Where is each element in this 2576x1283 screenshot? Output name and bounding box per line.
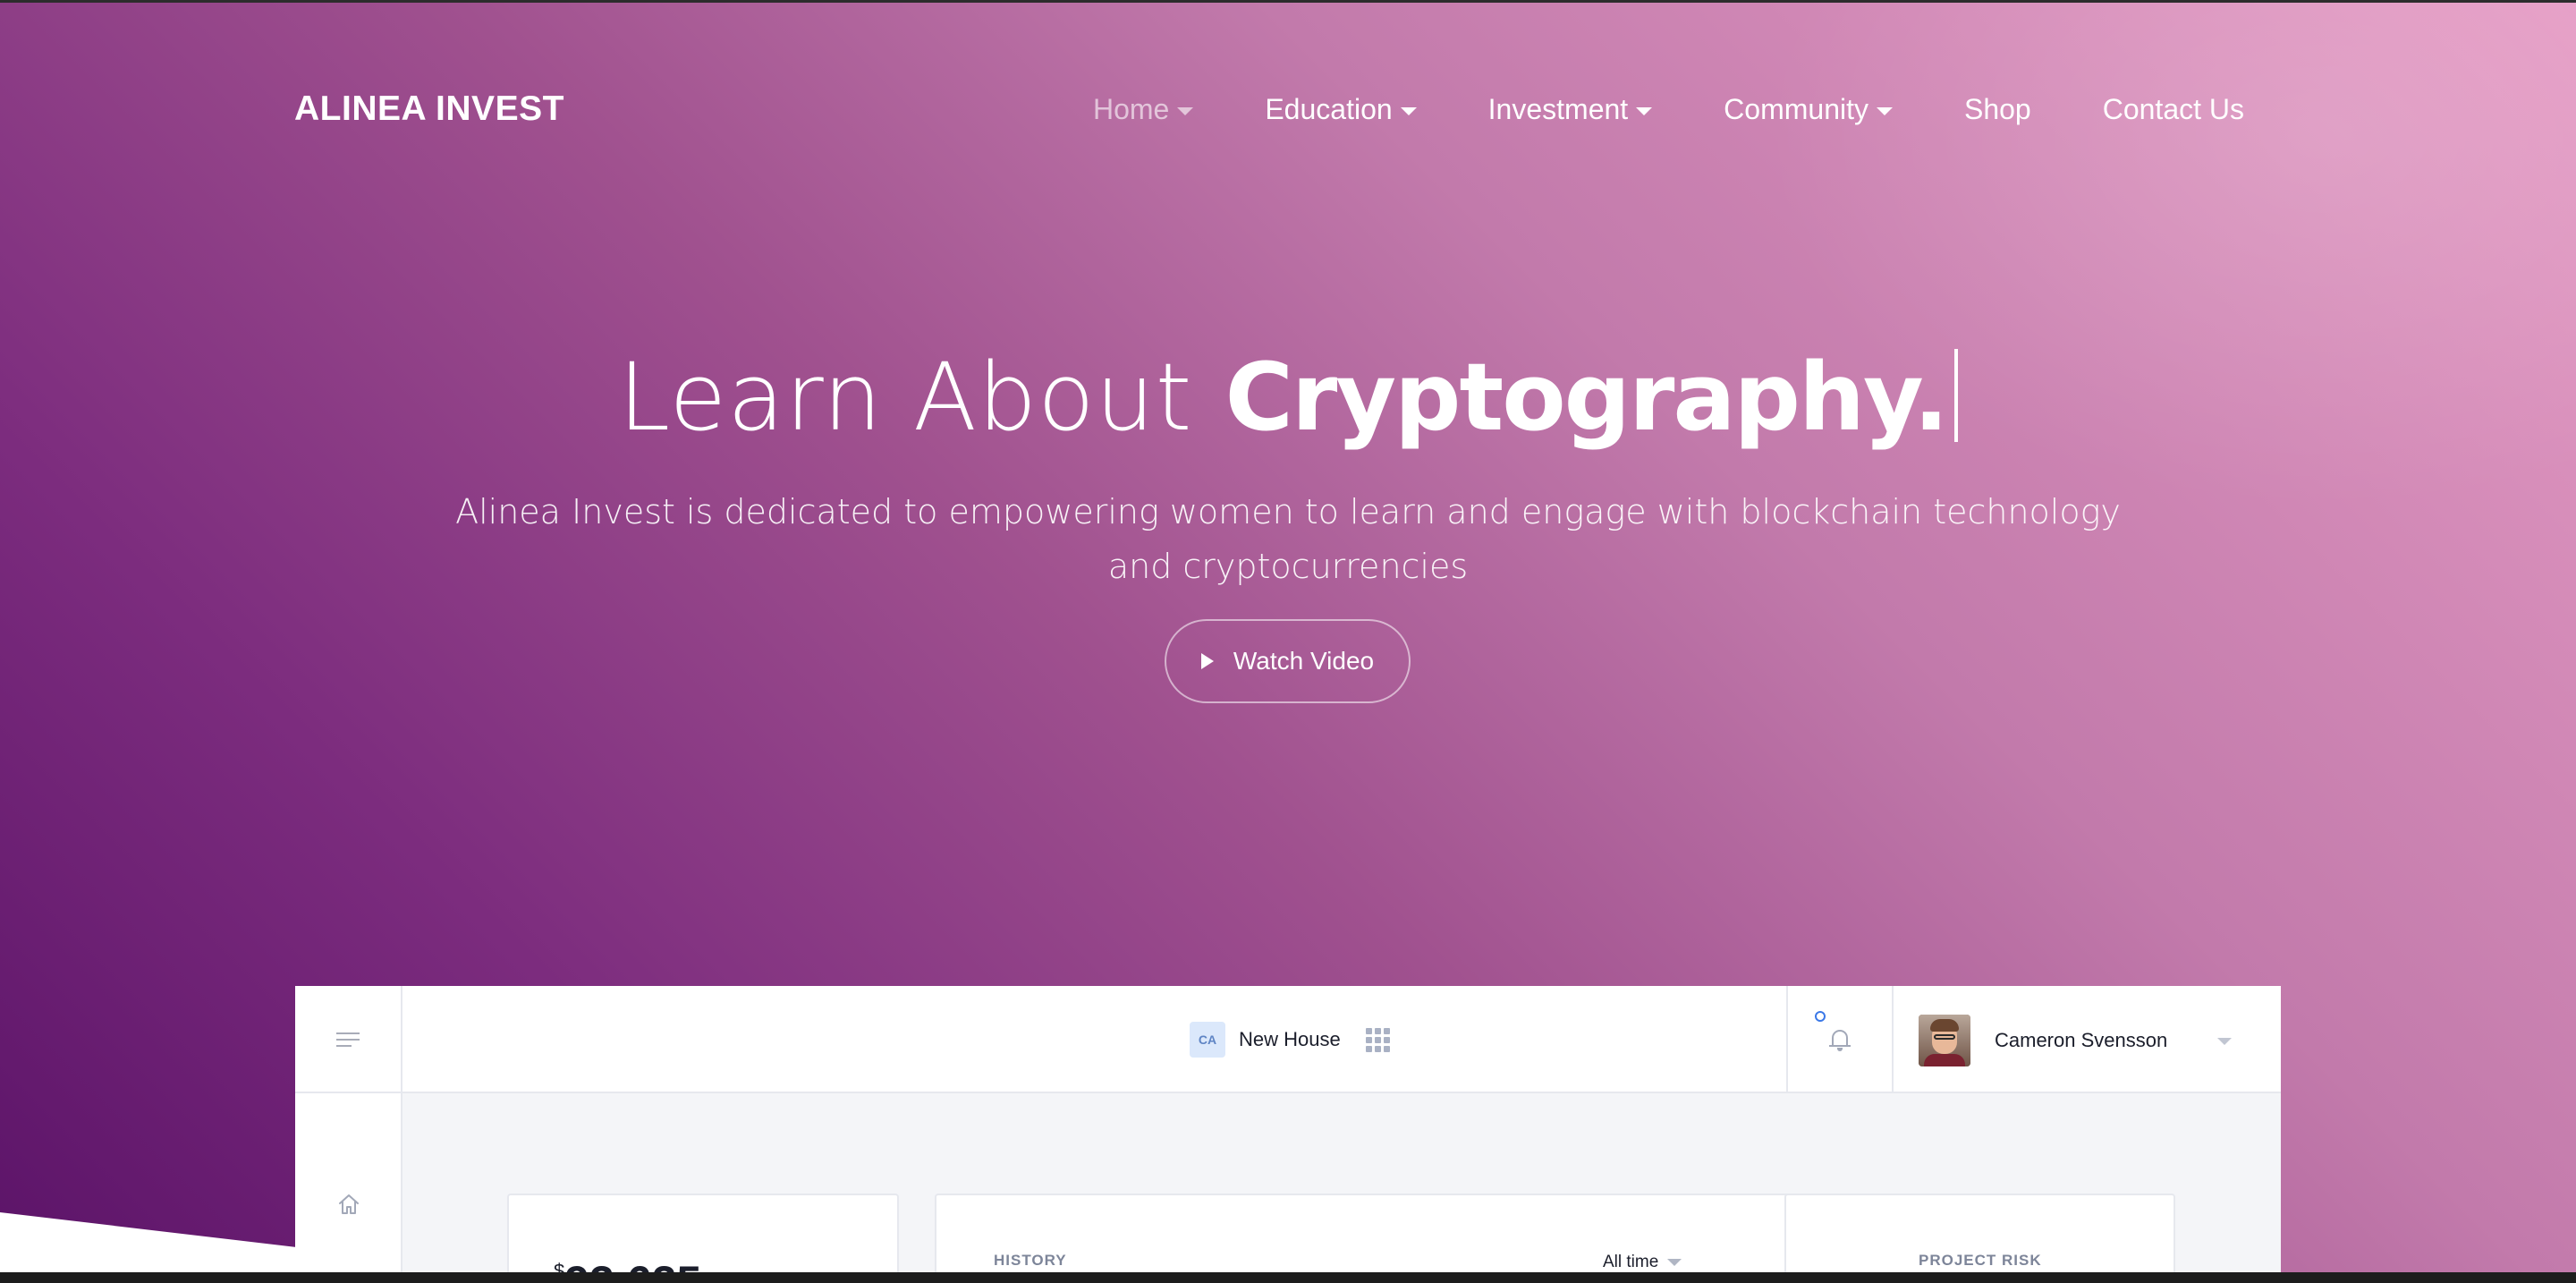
window-top-edge bbox=[0, 0, 2576, 3]
window-bottom-edge bbox=[0, 1272, 2576, 1283]
time-filter-value: All time bbox=[1603, 1253, 1659, 1271]
home-icon[interactable] bbox=[336, 1192, 361, 1217]
hero-subtitle: Alinea Invest is dedicated to empowering… bbox=[455, 492, 2121, 586]
project-risk-label: PROJECT RISK bbox=[1919, 1252, 2042, 1269]
history-label: HISTORY bbox=[994, 1252, 1067, 1269]
project-badge: CA bbox=[1190, 1022, 1225, 1058]
nav-item-investment[interactable]: Investment bbox=[1488, 93, 1653, 126]
brand-logo[interactable]: ALINEA INVEST bbox=[294, 89, 564, 129]
bell-icon bbox=[1829, 1028, 1851, 1051]
watch-video-label: Watch Video bbox=[1233, 647, 1375, 675]
time-filter-select[interactable]: All time bbox=[1603, 1253, 1682, 1272]
nav-item-community[interactable]: Community bbox=[1724, 93, 1893, 126]
caret-down-icon bbox=[1400, 107, 1417, 115]
dashboard-sidebar bbox=[295, 1093, 402, 1283]
nav-item-label: Education bbox=[1265, 93, 1393, 125]
nav-item-label: Contact Us bbox=[2102, 93, 2244, 125]
headline-bold-text: Cryptography. bbox=[1224, 343, 1949, 452]
caret-down-icon bbox=[1636, 107, 1653, 115]
chevron-down-icon[interactable] bbox=[2217, 1038, 2232, 1045]
play-icon bbox=[1200, 653, 1214, 669]
project-name: New House bbox=[1239, 1028, 1341, 1050]
main-nav: Home Education Investment Community Shop… bbox=[1021, 93, 2244, 126]
hamburger-menu-icon bbox=[336, 1028, 360, 1051]
nav-item-label: Community bbox=[1724, 93, 1868, 125]
caret-down-icon bbox=[1667, 1259, 1682, 1266]
nav-item-label: Shop bbox=[1963, 93, 2031, 125]
caret-down-icon bbox=[1177, 107, 1194, 115]
watch-video-button[interactable]: Watch Video bbox=[1165, 619, 1411, 703]
dashboard-topbar: CA New House Cameron Svensson bbox=[295, 986, 2281, 1093]
nav-item-contact-us[interactable]: Contact Us bbox=[2103, 93, 2244, 126]
nav-item-label: Investment bbox=[1487, 93, 1629, 125]
nav-item-home[interactable]: Home bbox=[1092, 93, 1194, 126]
notification-dot bbox=[1815, 1011, 1826, 1022]
avatar bbox=[1919, 1015, 1970, 1066]
project-switcher[interactable]: CA New House bbox=[1190, 1022, 1390, 1058]
headline-light-text: Learn About bbox=[618, 343, 1193, 452]
user-name: Cameron Svensson bbox=[1995, 1029, 2168, 1051]
caret-down-icon bbox=[1876, 107, 1893, 115]
history-card: HISTORY All time bbox=[935, 1194, 1793, 1283]
nav-item-label: Home bbox=[1092, 93, 1170, 125]
project-risk-card: PROJECT RISK bbox=[1784, 1194, 2175, 1283]
hero-headline: Learn About Cryptography. bbox=[0, 342, 2576, 453]
grid-icon[interactable] bbox=[1365, 1027, 1390, 1052]
balance-card: $93,625 bbox=[507, 1194, 899, 1283]
notifications-button[interactable] bbox=[1786, 986, 1894, 1093]
nav-item-shop[interactable]: Shop bbox=[1964, 93, 2031, 126]
user-menu[interactable]: Cameron Svensson bbox=[1919, 1015, 2167, 1066]
menu-toggle-button[interactable] bbox=[295, 986, 402, 1093]
dashboard-preview: CA New House Cameron Svensson $93,625 HI… bbox=[295, 986, 2281, 1283]
typing-cursor bbox=[1953, 349, 1958, 442]
nav-item-education[interactable]: Education bbox=[1265, 93, 1417, 126]
